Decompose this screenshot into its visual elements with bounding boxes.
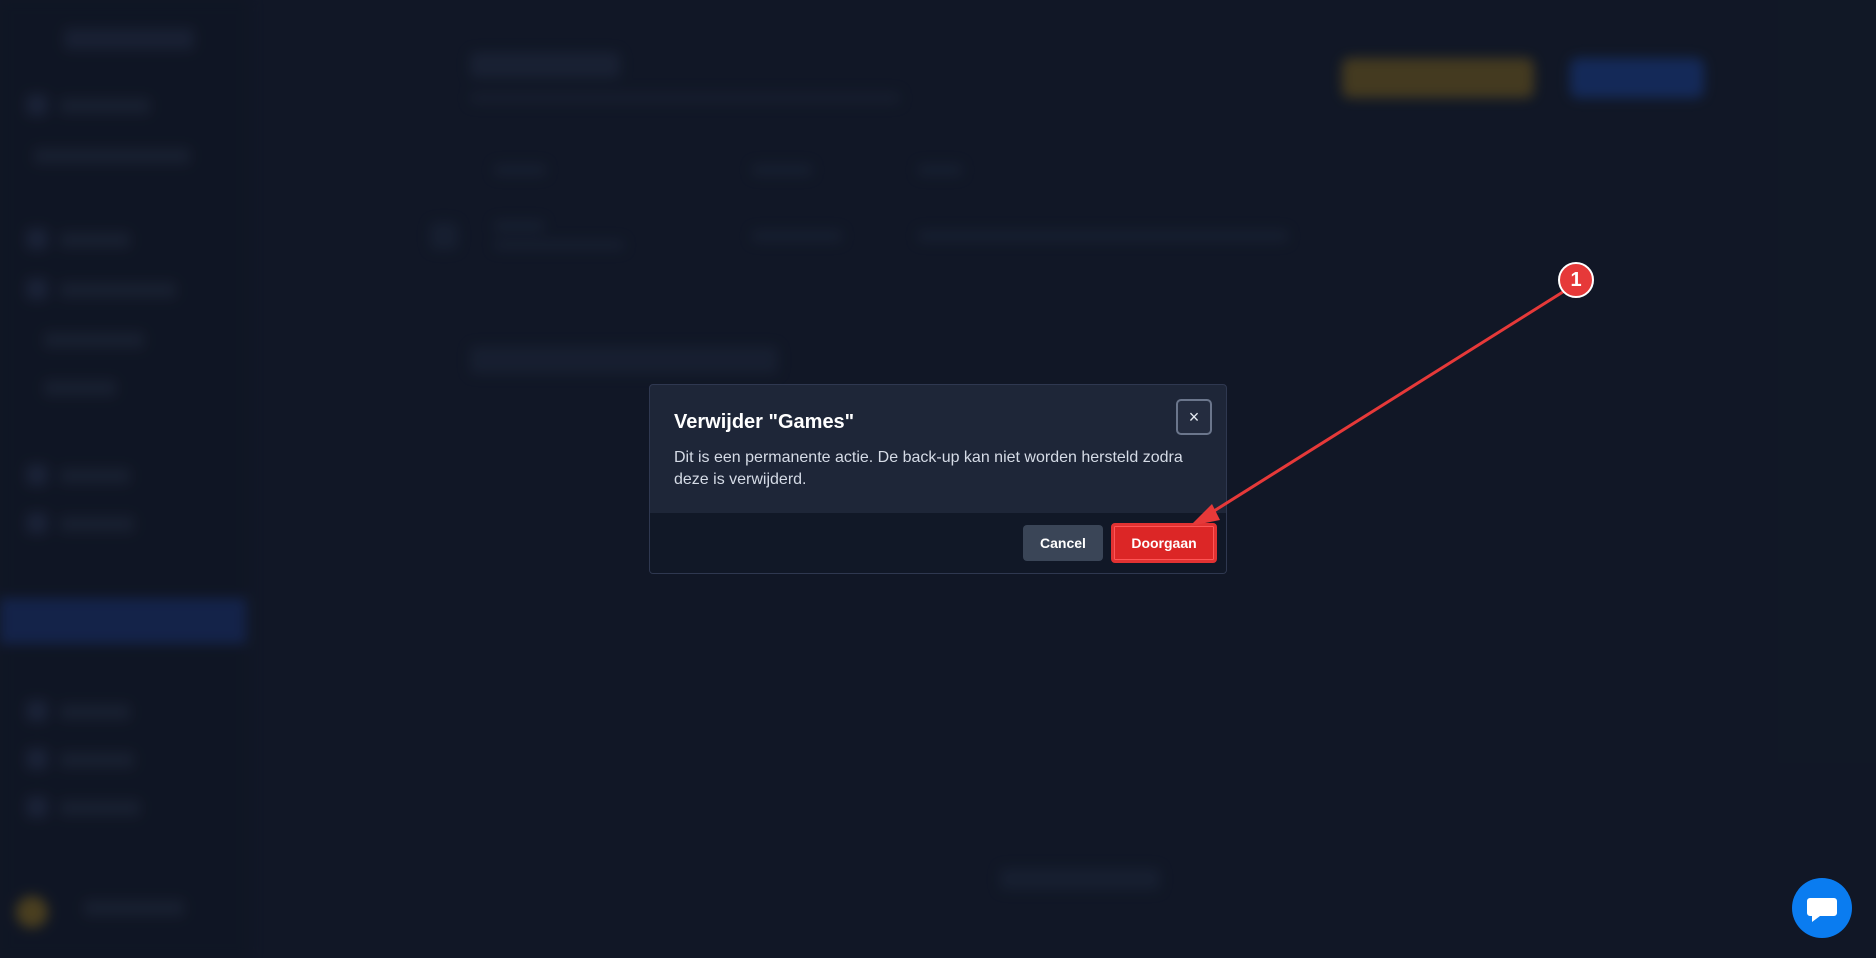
confirm-delete-button[interactable]: Doorgaan — [1111, 523, 1217, 563]
dialog-footer: Cancel Doorgaan — [650, 513, 1226, 573]
delete-confirmation-dialog: Verwijder "Games" Dit is een permanente … — [649, 384, 1227, 574]
chat-bubble-icon — [1807, 898, 1837, 922]
dialog-title: Verwijder "Games" — [674, 411, 855, 433]
cancel-button[interactable]: Cancel — [1023, 525, 1103, 561]
close-button[interactable]: × — [1176, 399, 1212, 435]
dialog-message: Dit is een permanente actie. De back-up … — [674, 449, 1183, 488]
close-icon: × — [1188, 407, 1200, 427]
annotation-step-badge: 1 — [1558, 262, 1594, 298]
chat-button[interactable] — [1792, 878, 1852, 938]
